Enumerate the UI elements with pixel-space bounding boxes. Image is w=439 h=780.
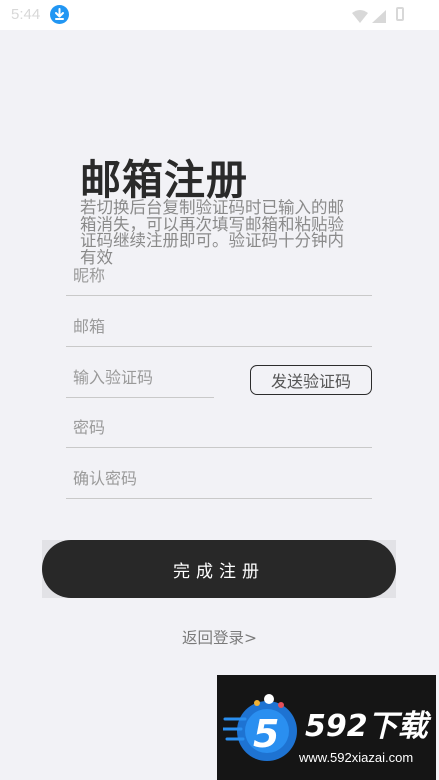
password-input[interactable] [66,408,372,447]
email-input[interactable] [66,307,372,346]
code-input[interactable] [66,358,214,397]
nickname-input[interactable] [66,256,372,295]
confirm-password-input[interactable] [66,459,372,498]
wifi-icon [352,8,368,27]
signal-icon [372,8,386,27]
watermark-logo-icon: 5 [221,683,303,777]
battery-icon [396,7,404,21]
back-to-login-link[interactable]: 返回登录> [0,626,439,648]
confirm-password-field[interactable] [66,459,372,499]
watermark: 5 592下载 www.592xiazai.com [217,675,436,780]
submit-area: 完成注册 [42,540,396,598]
svg-text:5: 5 [253,712,279,756]
page-title: 邮箱注册 [80,156,248,204]
status-time: 5:44 [11,6,41,23]
password-field[interactable] [66,408,372,448]
watermark-brand: 592下载 [305,709,428,744]
download-icon [50,5,69,24]
email-field[interactable] [66,307,372,347]
code-field[interactable] [66,358,214,398]
watermark-url: www.592xiazai.com [299,750,414,765]
nickname-field[interactable] [66,256,372,296]
status-bar: 5:44 [0,0,439,30]
submit-button[interactable]: 完成注册 [42,540,396,598]
send-code-button[interactable]: 发送验证码 [250,365,372,395]
